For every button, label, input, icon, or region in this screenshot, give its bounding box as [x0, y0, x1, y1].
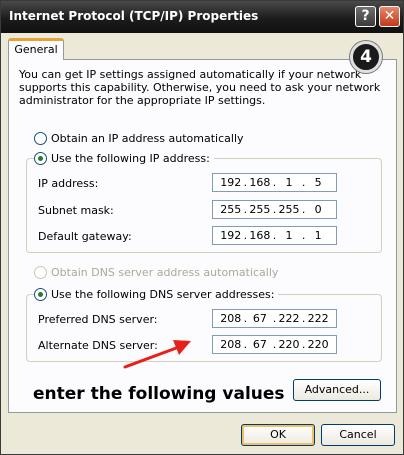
default-gateway-input[interactable]: 192. 168. 1. 1	[212, 226, 337, 245]
close-icon: ✕	[383, 8, 396, 24]
ip-manual-label: Use the following IP address:	[51, 151, 210, 165]
dot: .	[243, 338, 248, 351]
dot: .	[301, 203, 306, 216]
subnet-mask-input[interactable]: 255. 255. 255. 0	[212, 200, 337, 219]
dns-auto-label: Obtain DNS server address automatically	[51, 265, 279, 279]
dns-auto-radio[interactable]	[34, 265, 47, 279]
octet: 255	[220, 203, 242, 216]
dot: .	[243, 203, 248, 216]
step-number-badge: 4	[350, 41, 382, 73]
help-button[interactable]: ?	[355, 6, 376, 27]
dot: .	[301, 312, 306, 325]
dot: .	[243, 176, 248, 189]
octet: 208	[220, 338, 242, 351]
window-title: Internet Protocol (TCP/IP) Properties	[9, 9, 259, 23]
title-bar[interactable]: Internet Protocol (TCP/IP) Properties ? …	[1, 1, 403, 33]
octet: 168	[249, 229, 271, 242]
ip-auto-label: Obtain an IP address automatically	[51, 131, 244, 145]
dot: .	[272, 312, 277, 325]
octet: 1	[285, 176, 293, 189]
octet: 222	[307, 312, 329, 325]
dot: .	[272, 203, 277, 216]
ip-manual-radio[interactable]	[34, 151, 47, 165]
octet: 222	[278, 312, 300, 325]
dot: .	[243, 312, 248, 325]
dns-manual-radio[interactable]	[34, 287, 47, 301]
octet: 67	[252, 338, 267, 351]
octet: 192	[220, 229, 242, 242]
octet: 255	[278, 203, 300, 216]
octet: 5	[314, 176, 322, 189]
octet: 255	[249, 203, 271, 216]
ok-button[interactable]: OK	[241, 424, 315, 446]
alternate-dns-input[interactable]: 208. 67. 220. 220	[212, 335, 337, 354]
tcpip-properties-dialog: Internet Protocol (TCP/IP) Properties ? …	[0, 0, 404, 455]
dot: .	[272, 338, 277, 351]
intro-text: You can get IP settings assigned automat…	[19, 68, 381, 107]
red-arrow-icon	[123, 340, 191, 369]
advanced-button[interactable]: Advanced...	[293, 379, 381, 401]
ip-manual-option[interactable]: Use the following IP address:	[34, 151, 214, 165]
preferred-dns-input[interactable]: 208. 67. 222. 222	[212, 309, 337, 328]
dot: .	[272, 176, 277, 189]
dot: .	[243, 229, 248, 242]
octet: 1	[285, 229, 293, 242]
dns-manual-option[interactable]: Use the following DNS server addresses:	[34, 287, 279, 301]
dot: .	[301, 338, 306, 351]
octet: 0	[314, 203, 322, 216]
ip-auto-radio[interactable]	[34, 131, 47, 145]
dns-manual-label: Use the following DNS server addresses:	[51, 287, 275, 301]
ip-address-label: IP address:	[38, 177, 99, 190]
ip-auto-option[interactable]: Obtain an IP address automatically	[34, 131, 248, 145]
cancel-button[interactable]: Cancel	[321, 424, 395, 446]
default-gateway-label: Default gateway:	[38, 230, 132, 243]
dot: .	[301, 176, 306, 189]
preferred-dns-label: Preferred DNS server:	[38, 313, 158, 326]
octet: 67	[252, 312, 267, 325]
close-button[interactable]: ✕	[379, 6, 400, 27]
octet: 220	[278, 338, 300, 351]
question-mark-icon: ?	[361, 8, 370, 24]
octet: 1	[314, 229, 322, 242]
octet: 168	[249, 176, 271, 189]
instruction-annotation: enter the following values	[33, 384, 285, 404]
subnet-mask-label: Subnet mask:	[38, 204, 114, 217]
octet: 192	[220, 176, 242, 189]
octet: 220	[307, 338, 329, 351]
ip-address-input[interactable]: 192. 168. 1. 5	[212, 173, 337, 192]
octet: 208	[220, 312, 242, 325]
dot: .	[301, 229, 306, 242]
dot: .	[272, 229, 277, 242]
tab-general[interactable]: General	[8, 38, 64, 60]
dns-auto-option[interactable]: Obtain DNS server address automatically	[34, 265, 283, 279]
